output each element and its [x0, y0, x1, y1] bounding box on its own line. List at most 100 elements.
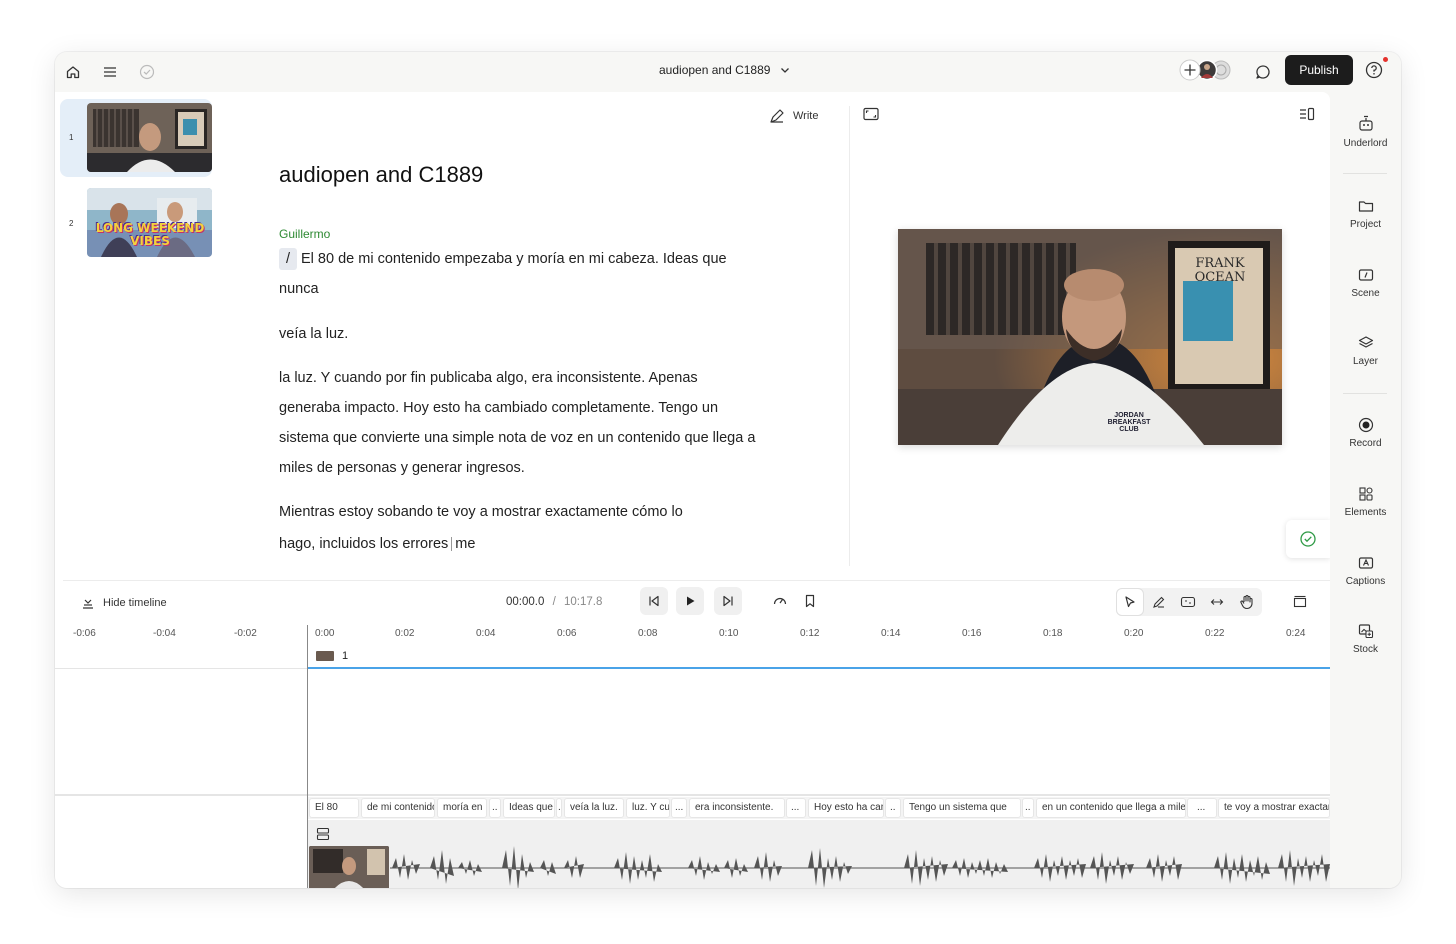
sidebar-divider [1343, 393, 1387, 394]
sidebar-item-underlord[interactable]: Underlord [1330, 115, 1401, 149]
menu-icon[interactable] [100, 62, 120, 82]
scene-thumbnail-2[interactable]: 2 LONG WEEKEND VIBES [60, 185, 212, 263]
sidebar-item-elements[interactable]: Elements [1330, 486, 1401, 518]
scene-image [87, 103, 212, 172]
hide-timeline-button[interactable]: Hide timeline [81, 596, 167, 610]
saved-check-icon [137, 62, 157, 82]
shirt-print: JORDAN BREAKFAST CLUB [1107, 412, 1151, 433]
home-icon[interactable] [63, 62, 83, 82]
sidebar-item-label: Project [1349, 219, 1382, 230]
ruler-tick: 0:08 [638, 628, 658, 639]
pen-icon [770, 109, 784, 123]
script-paragraph-1[interactable]: / El 80 de mi contenido empezaba y moría … [279, 244, 759, 304]
word-chip[interactable]: era inconsistente. [689, 798, 785, 818]
help-icon[interactable] [1365, 61, 1383, 84]
sidebar-item-label: Elements [1344, 507, 1387, 518]
panel-toggle-icon[interactable] [1299, 107, 1315, 126]
ruler-tick: 0:00 [315, 628, 335, 639]
word-chip[interactable]: ... [1187, 798, 1217, 818]
scene-track-line [307, 667, 1330, 669]
word-chip[interactable]: en un contenido que llega a miles [1036, 798, 1186, 818]
insert-caret [451, 537, 453, 552]
timeline-layout-button[interactable] [1286, 588, 1314, 616]
timeline-ruler[interactable]: -0:06 -0:04 -0:02 0:00 0:02 0:04 0:06 0:… [55, 625, 1330, 661]
aspect-ratio-icon[interactable] [863, 107, 879, 126]
ruler-tick: 0:18 [1043, 628, 1063, 639]
paragraph-text: me [455, 536, 476, 552]
ruler-tick: 0:14 [881, 628, 901, 639]
skip-back-button[interactable] [640, 587, 668, 615]
hand-icon [1240, 594, 1253, 610]
word-chip[interactable]: de mi contenido [361, 798, 435, 818]
paragraph-text: nunca [279, 281, 319, 297]
trim-tool[interactable] [1203, 588, 1231, 616]
script-paragraph-2[interactable]: veía la luz. [279, 319, 759, 349]
word-chip[interactable]: te voy a mostrar exactamente [1218, 798, 1330, 818]
script-paragraph-4[interactable]: Mientras estoy sobando te voy a mostrar … [279, 496, 759, 560]
hide-timeline-label: Hide timeline [103, 597, 167, 609]
word-chip[interactable]: Ideas que [503, 798, 555, 818]
word-chip[interactable]: luz. Y cuando [626, 798, 670, 818]
bookmark-button[interactable] [796, 587, 824, 615]
script-title[interactable]: audiopen and C1889 [279, 162, 483, 188]
sidebar-item-label: Stock [1352, 644, 1378, 655]
ruler-tick: 0:20 [1124, 628, 1144, 639]
sidebar-item-scene[interactable]: Scene [1330, 267, 1401, 299]
timeline-playhead[interactable] [307, 625, 308, 888]
transcript-word-track[interactable]: El 80 de mi contenido moría en .. Ideas … [308, 797, 1330, 819]
document-title[interactable]: audiopen and C1889 [659, 63, 770, 77]
video-preview[interactable]: JORDAN BREAKFAST CLUB FRANK OCEAN [898, 229, 1282, 445]
select-tool[interactable] [1116, 588, 1144, 616]
play-button[interactable] [676, 587, 704, 615]
edit-tool[interactable] [1145, 588, 1173, 616]
sidebar-item-stock[interactable]: Stock [1330, 623, 1401, 655]
word-chip[interactable]: ... [786, 798, 806, 818]
word-chip[interactable]: El 80 [309, 798, 359, 818]
scene-marker-label: 1 [342, 650, 349, 662]
scene-number: 1 [69, 133, 74, 142]
hand-tool[interactable] [1233, 588, 1261, 616]
word-chip[interactable]: moría en [437, 798, 487, 818]
audio-waveform [390, 846, 1330, 888]
sidebar-item-label: Scene [1351, 288, 1380, 299]
folder-icon [1358, 201, 1373, 212]
sidebar-item-captions[interactable]: Captions [1330, 555, 1401, 587]
status-check-button[interactable] [1286, 520, 1330, 558]
collaborators[interactable] [1179, 58, 1231, 82]
word-chip[interactable]: .. [885, 798, 901, 818]
split-tool[interactable] [1174, 588, 1202, 616]
sidebar-item-label: Underlord [1343, 138, 1388, 149]
word-chip[interactable]: .. [1022, 798, 1034, 818]
word-chip[interactable]: Hoy esto ha cambiado [808, 798, 884, 818]
write-button[interactable]: Write [769, 108, 818, 124]
time-separator: / [552, 596, 556, 608]
word-chip[interactable]: ... [671, 798, 687, 818]
scene-mini-thumbnail [316, 651, 334, 661]
sidebar-item-record[interactable]: Record [1330, 417, 1401, 449]
skip-forward-button[interactable] [714, 587, 742, 615]
chevron-down-icon[interactable] [779, 63, 791, 81]
speaker-label[interactable]: Guillermo [279, 227, 330, 241]
ruler-tick: 0:16 [962, 628, 982, 639]
word-chip[interactable]: .. [489, 798, 501, 818]
check-circle-icon [1300, 531, 1316, 547]
audio-clip-track[interactable] [308, 820, 1330, 888]
pencil-slash-icon [1153, 596, 1165, 608]
word-chip[interactable]: Tengo un sistema que [903, 798, 1021, 818]
word-chip[interactable]: .. [556, 798, 562, 818]
word-chip[interactable]: veía la luz. [564, 798, 624, 818]
sidebar-item-label: Captions [1345, 576, 1386, 587]
scene-thumbnail-1[interactable]: 1 [60, 99, 212, 177]
sidebar-item-layer[interactable]: Layer [1330, 335, 1401, 367]
track-divider [55, 794, 1330, 796]
speed-button[interactable] [766, 587, 794, 615]
write-label: Write [793, 110, 819, 122]
comment-icon[interactable] [1253, 62, 1273, 82]
sidebar-divider [1343, 173, 1387, 174]
script-paragraph-3[interactable]: la luz. Y cuando por fin publicaba algo,… [279, 363, 759, 483]
scene-marker[interactable]: 1 [316, 650, 348, 662]
sidebar-item-project[interactable]: Project [1330, 198, 1401, 230]
text-cursor-chip[interactable]: / [279, 248, 297, 271]
ruler-tick: -0:04 [153, 628, 176, 639]
publish-button[interactable]: Publish [1285, 55, 1353, 85]
